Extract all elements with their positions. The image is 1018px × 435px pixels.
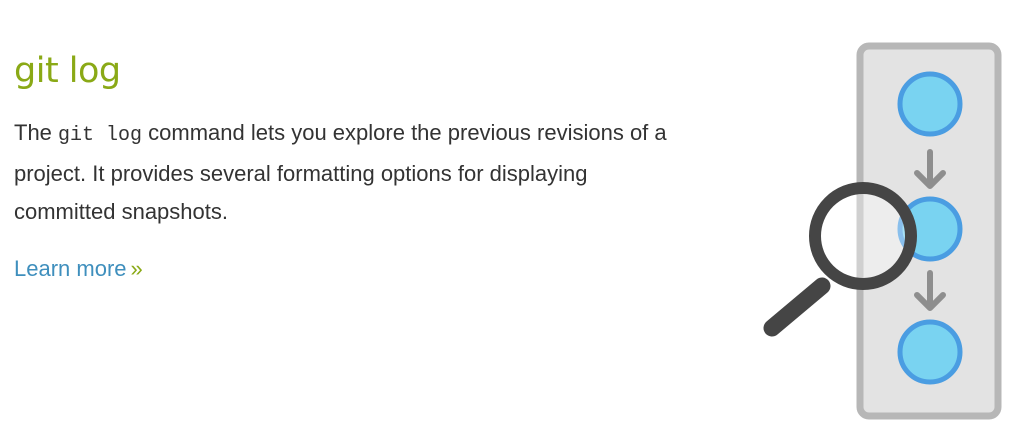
- description-prefix: The: [14, 120, 59, 145]
- commit-node-icon: [897, 71, 963, 137]
- chevron-right-icon: »: [130, 256, 143, 281]
- inline-code: git log: [58, 124, 143, 147]
- git-log-section: git log The git log command lets you exp…: [14, 48, 674, 283]
- page-title: git log: [14, 51, 121, 91]
- commit-node-icon: [897, 319, 963, 385]
- learn-more-label: Learn more: [14, 256, 127, 281]
- git-log-illustration: [763, 42, 1002, 420]
- description-text: The git log command lets you explore the…: [14, 114, 674, 231]
- learn-more-link[interactable]: Learn more»: [14, 255, 143, 283]
